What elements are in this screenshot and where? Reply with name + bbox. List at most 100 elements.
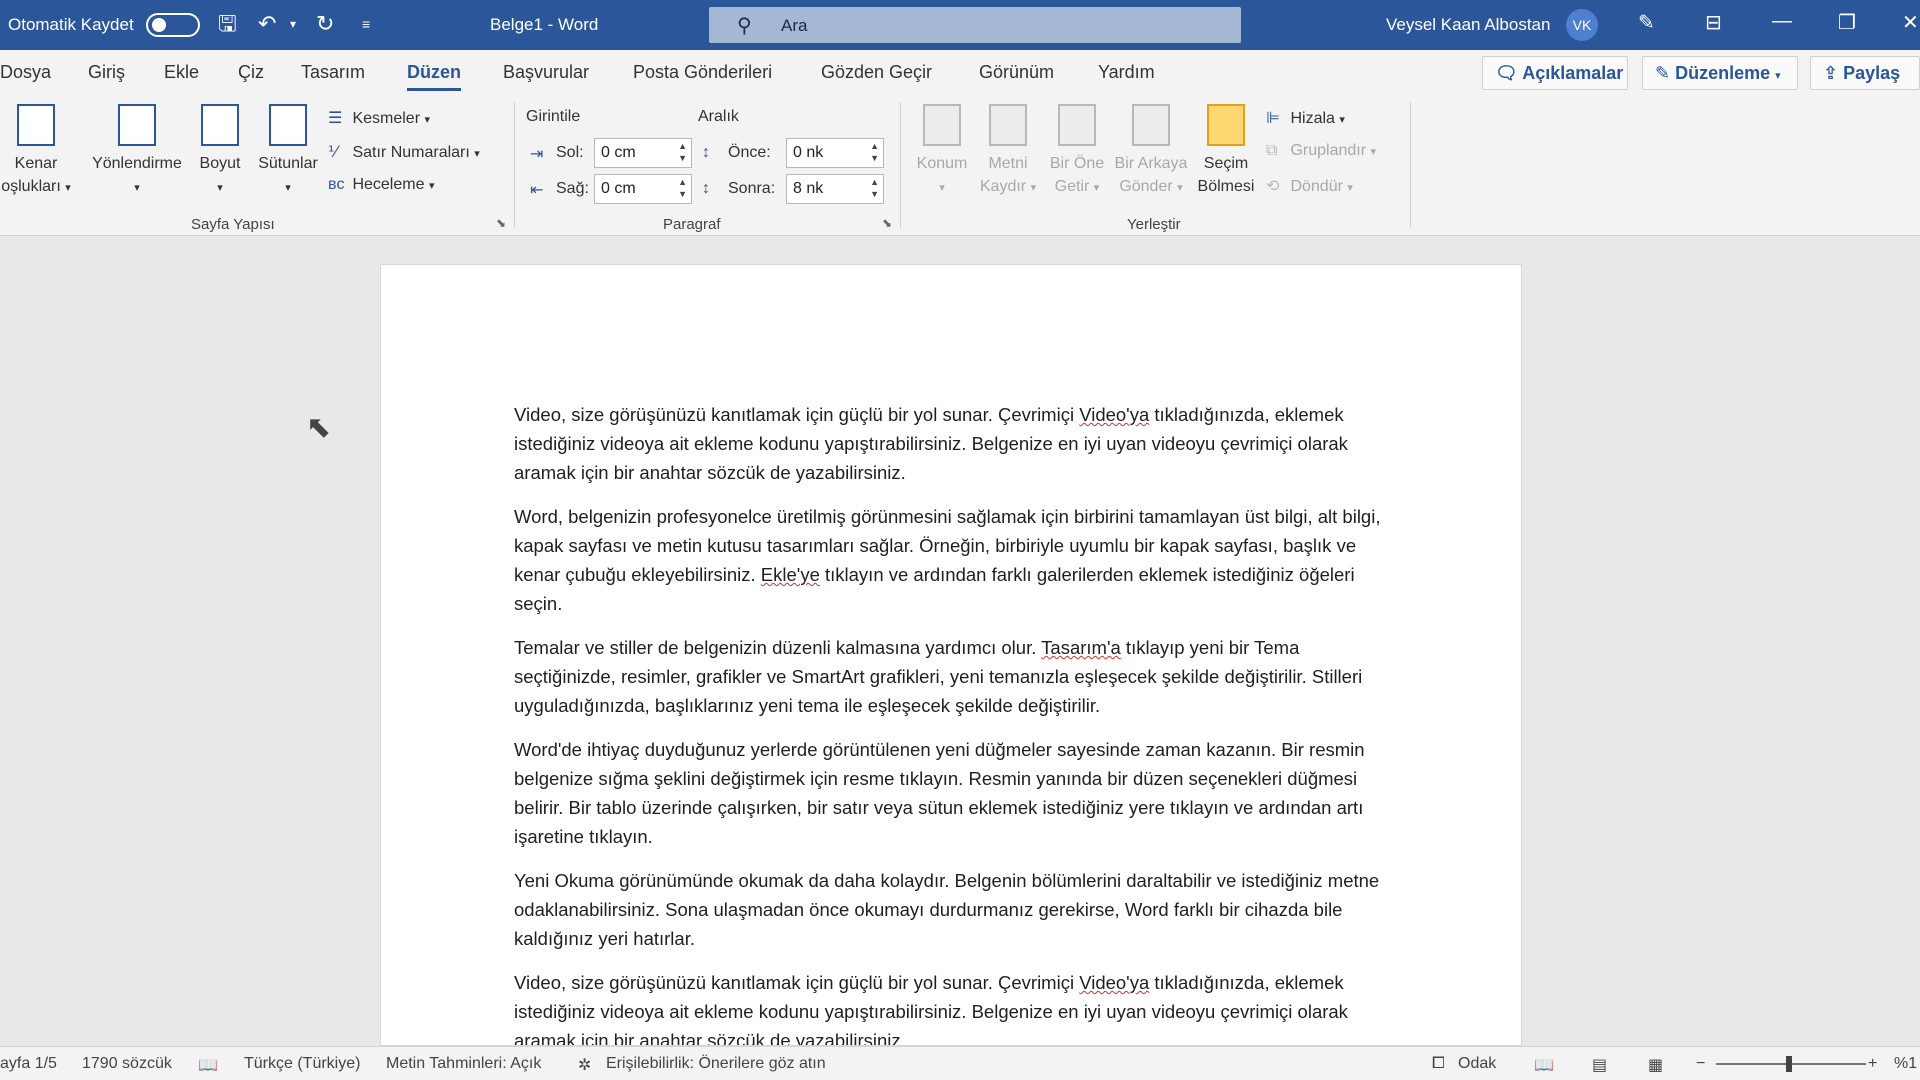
hyphenation-icon: ʙᴄ [328, 176, 345, 193]
spacing-before-input[interactable]: 0 nk ▲ ▼ [786, 138, 884, 168]
language-indicator[interactable]: Türkçe (Türkiye) [244, 1055, 360, 1073]
tab-basvurular[interactable]: Başvurular [503, 62, 589, 83]
page-setup-launcher-icon[interactable]: ⬊ [496, 216, 506, 230]
proofing-icon[interactable]: 📖 [198, 1055, 218, 1075]
close-icon[interactable]: ✕ [1902, 10, 1919, 35]
margins-button[interactable]: Kenar oşlukları ▾ [0, 104, 78, 200]
document-body[interactable]: Video, size görüşünüzü kanıtlamak için g… [514, 400, 1394, 1045]
spelling-flag: Tasarım'a [1041, 637, 1121, 658]
align-button[interactable]: ⊫ Hizala ▾ [1266, 108, 1345, 128]
spacing-after-input[interactable]: 8 nk ▲ ▼ [786, 174, 884, 204]
bring-forward-icon [1058, 104, 1096, 146]
tab-duzen[interactable]: Düzen [407, 62, 461, 91]
document-paragraph[interactable]: Temalar ve stiller de belgenizin düzenli… [514, 633, 1394, 720]
focus-icon[interactable]: ⧠ [1432, 1055, 1445, 1073]
zoom-in-icon[interactable]: + [1868, 1055, 1877, 1073]
spelling-flag: Video'ya [1079, 972, 1150, 993]
autosave-toggle[interactable] [146, 13, 200, 37]
document-paragraph[interactable]: Word'de ihtiyaç duyduğunuz yerlerde görü… [514, 735, 1394, 851]
accessibility-status[interactable]: Erişilebilirlik: Önerilere göz atın [606, 1055, 826, 1073]
document-paragraph[interactable]: Yeni Okuma görünümünde okumak da daha ko… [514, 866, 1394, 953]
send-backward-icon [1132, 104, 1170, 146]
selection-pane-button[interactable]: Seçim Bölmesi [1192, 104, 1260, 198]
tab-ciz[interactable]: Çiz [238, 62, 264, 83]
accessibility-icon[interactable]: ✲ [578, 1055, 591, 1075]
print-layout-icon[interactable]: ▤ [1592, 1055, 1607, 1075]
indent-right-input[interactable]: 0 cm ▲ ▼ [594, 174, 692, 204]
group-button[interactable]: ⧉ Gruplandır ▾ [1266, 142, 1376, 160]
line-numbers-button[interactable]: ⅟ Satır Numaraları ▾ [328, 142, 480, 162]
tab-gorunum[interactable]: Görünüm [979, 62, 1054, 83]
spin-arrows-icon[interactable]: ▲ ▼ [678, 176, 687, 200]
comments-button[interactable]: 🗨 Açıklamalar [1482, 56, 1628, 90]
spin-arrows-icon[interactable]: ▲ ▼ [678, 140, 687, 164]
undo-dropdown-icon[interactable]: ▾ [290, 10, 296, 38]
minimize-icon[interactable]: — [1772, 10, 1792, 33]
tab-posta-gonderileri[interactable]: Posta Gönderileri [633, 62, 772, 83]
bring-forward-button[interactable]: Bir Öne Getir ▾ [1044, 104, 1110, 200]
zoom-slider[interactable] [1716, 1056, 1866, 1072]
tab-yardim[interactable]: Yardım [1098, 62, 1155, 83]
mouse-cursor-icon: ⬉ [306, 411, 332, 444]
page-indicator[interactable]: ayfa 1/5 [0, 1055, 57, 1073]
hyphenation-button[interactable]: ʙᴄ Heceleme ▾ [328, 176, 434, 194]
columns-button[interactable]: Sütunlar ▾ [252, 104, 324, 200]
save-icon[interactable]: 🖫 [218, 10, 237, 38]
user-name[interactable]: Veysel Kaan Albostan [1386, 15, 1550, 35]
tab-gozden-gecir[interactable]: Gözden Geçir [821, 62, 932, 83]
arrange-group-label: Yerleştir [1127, 216, 1181, 233]
pencil-icon: ✎ [1655, 63, 1671, 83]
share-icon: ⇪ [1823, 63, 1839, 83]
breaks-button[interactable]: ☰ Kesmeler ▾ [328, 108, 430, 128]
undo-icon[interactable]: ↶ [258, 10, 276, 38]
page-size-icon [201, 104, 239, 146]
document-paragraph[interactable]: Word, belgenizin profesyonelce üretilmiş… [514, 502, 1394, 618]
customize-qat-icon[interactable]: ≡ [362, 10, 370, 38]
ribbon: Kenar oşlukları ▾ Yönlendirme ▾ Boyut ▾ Sü… [0, 94, 1920, 236]
document-paragraph[interactable]: Video, size görüşünüzü kanıtlamak için g… [514, 400, 1394, 487]
divider [900, 102, 901, 228]
orientation-button[interactable]: Yönlendirme ▾ [86, 104, 188, 200]
margins-icon [17, 104, 55, 146]
spin-arrows-icon[interactable]: ▲ ▼ [870, 176, 879, 200]
send-backward-button[interactable]: Bir Arkaya Gönder ▾ [1110, 104, 1192, 200]
avatar[interactable]: VK [1566, 9, 1598, 41]
paragraph-text: Yeni Okuma görünümünde okumak da daha ko… [514, 870, 1380, 949]
spacing-after-icon: ↕ [702, 180, 710, 197]
paragraph-group-label: Paragraf [663, 216, 721, 233]
spin-arrows-icon[interactable]: ▲ ▼ [870, 140, 879, 164]
size-button[interactable]: Boyut ▾ [192, 104, 248, 200]
tab-dosya[interactable]: Dosya [0, 62, 51, 83]
read-mode-icon[interactable]: 📖 [1534, 1055, 1554, 1075]
indent-left-icon: ⇥ [530, 146, 544, 163]
tab-giris[interactable]: Giriş [88, 62, 125, 83]
redo-icon[interactable]: ↻ [316, 10, 334, 38]
zoom-level[interactable]: %1 [1894, 1055, 1917, 1073]
editing-button[interactable]: ✎ Düzenleme ▾ [1642, 56, 1798, 90]
document-paragraph[interactable]: Video, size görüşünüzü kanıtlamak için g… [514, 968, 1394, 1045]
columns-icon [269, 104, 307, 146]
text-predictions[interactable]: Metin Tahminleri: Açık [386, 1055, 541, 1073]
paragraph-launcher-icon[interactable]: ⬊ [882, 216, 892, 230]
search-placeholder: Ara [781, 16, 808, 35]
word-count[interactable]: 1790 sözcük [82, 1055, 172, 1073]
position-icon [923, 104, 961, 146]
web-layout-icon[interactable]: ▦ [1648, 1055, 1663, 1075]
align-icon: ⊫ [1266, 110, 1280, 127]
ribbon-display-icon[interactable]: ⊟ [1705, 10, 1722, 35]
tab-tasarim[interactable]: Tasarım [301, 62, 365, 83]
document-page[interactable]: Video, size görüşünüzü kanıtlamak için g… [380, 264, 1522, 1046]
position-button[interactable]: Konum ▾ [910, 104, 974, 200]
rotate-button[interactable]: ⟲ Döndür ▾ [1266, 176, 1353, 196]
ribbon-tabs: Dosya Giriş Ekle Çiz Tasarım Düzen Başvu… [0, 50, 1920, 94]
indent-left-input[interactable]: 0 cm ▲ ▼ [594, 138, 692, 168]
tab-ekle[interactable]: Ekle [164, 62, 199, 83]
share-button[interactable]: ⇪ Paylaş [1810, 56, 1920, 90]
restore-icon[interactable]: ❐ [1838, 10, 1856, 35]
wrap-text-button[interactable]: Metni Kaydır ▾ [976, 104, 1040, 200]
zoom-out-icon[interactable]: − [1696, 1055, 1705, 1073]
pen-icon[interactable]: ✎ [1638, 10, 1655, 35]
focus-button[interactable]: Odak [1458, 1055, 1496, 1073]
search-box[interactable]: ⚲ Ara [709, 7, 1241, 43]
spelling-flag: Ekle'ye [760, 564, 820, 585]
